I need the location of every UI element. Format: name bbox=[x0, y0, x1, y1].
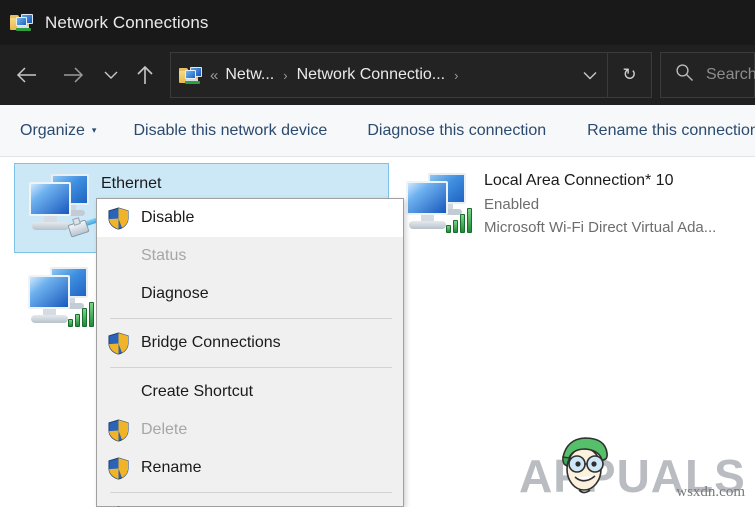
search-input[interactable]: Search Network Connections bbox=[660, 52, 755, 98]
shield-icon bbox=[108, 419, 129, 442]
refresh-icon[interactable]: ↻ bbox=[607, 53, 651, 97]
connection-name: Local Area Connection* 10 bbox=[484, 169, 716, 193]
menu-item-label: Bridge Connections bbox=[141, 334, 281, 352]
breadcrumb-segment-0[interactable]: Netw... bbox=[225, 66, 274, 84]
appuals-watermark: APPUALS wsxdn.com bbox=[519, 431, 747, 503]
menu-item-delete[interactable]: Delete bbox=[97, 411, 403, 449]
list-item-local-area-connection-10[interactable]: Local Area Connection* 10 Enabled Micros… bbox=[392, 163, 752, 255]
breadcrumb-separator-1[interactable]: › bbox=[445, 68, 467, 83]
search-placeholder: Search Network Connections bbox=[706, 66, 755, 84]
window-title: Network Connections bbox=[45, 13, 208, 33]
breadcrumb[interactable]: « Netw... › Network Connectio... › ↻ bbox=[170, 52, 652, 98]
organize-button[interactable]: Organize ▾ bbox=[20, 122, 96, 140]
menu-item-properties[interactable]: Properties bbox=[97, 498, 403, 507]
menu-item-label: Create Shortcut bbox=[141, 383, 253, 401]
context-menu: Disable Status Diagnose Bridge Connectio… bbox=[96, 198, 404, 507]
forward-arrow-icon[interactable] bbox=[54, 56, 92, 94]
ethernet-adapter-icon bbox=[23, 170, 99, 240]
menu-separator bbox=[110, 492, 392, 493]
menu-item-status[interactable]: Status bbox=[97, 237, 403, 275]
network-folder-icon bbox=[10, 10, 36, 36]
menu-item-create-shortcut[interactable]: Create Shortcut bbox=[97, 373, 403, 411]
shield-icon bbox=[108, 457, 129, 480]
menu-item-disable[interactable]: Disable bbox=[97, 199, 403, 237]
menu-item-rename[interactable]: Rename bbox=[97, 449, 403, 487]
breadcrumb-network-folder-icon bbox=[179, 64, 203, 86]
shield-icon bbox=[108, 332, 129, 355]
navigation-bar: « Netw... › Network Connectio... › ↻ Sea… bbox=[0, 45, 755, 105]
back-arrow-icon[interactable] bbox=[8, 56, 46, 94]
breadcrumb-overflow-icon[interactable]: « bbox=[203, 67, 225, 84]
menu-item-bridge-connections[interactable]: Bridge Connections bbox=[97, 324, 403, 362]
network-connections-window: Network Connections bbox=[0, 0, 755, 507]
shield-icon bbox=[108, 207, 129, 230]
recent-locations-chevron-down-icon[interactable] bbox=[98, 56, 124, 94]
menu-item-label: Diagnose bbox=[141, 285, 209, 303]
menu-item-label: Rename bbox=[141, 459, 201, 477]
menu-separator bbox=[110, 318, 392, 319]
menu-item-label: Delete bbox=[141, 421, 187, 439]
command-bar: Organize ▾ Disable this network device D… bbox=[0, 105, 755, 157]
breadcrumb-chevron-down-icon[interactable] bbox=[573, 68, 607, 83]
menu-item-diagnose[interactable]: Diagnose bbox=[97, 275, 403, 313]
chevron-down-icon: ▾ bbox=[92, 125, 97, 136]
organize-label: Organize bbox=[20, 122, 85, 140]
wireless-adapter-icon bbox=[400, 169, 476, 239]
rename-connection-button[interactable]: Rename this connection bbox=[587, 122, 755, 140]
title-bar: Network Connections bbox=[0, 0, 755, 45]
menu-item-label: Disable bbox=[141, 209, 194, 227]
search-icon bbox=[675, 63, 694, 87]
connection-name: Ethernet bbox=[101, 175, 161, 193]
breadcrumb-separator-0[interactable]: › bbox=[274, 68, 296, 83]
connection-description: Microsoft Wi-Fi Direct Virtual Ada... bbox=[484, 216, 716, 239]
up-arrow-icon[interactable] bbox=[130, 56, 160, 94]
watermark-url: wsxdn.com bbox=[676, 484, 745, 501]
mascot-face-icon bbox=[555, 433, 613, 497]
disable-network-device-button[interactable]: Disable this network device bbox=[133, 122, 327, 140]
watermark-brand: APPUALS bbox=[519, 449, 746, 503]
breadcrumb-segment-1[interactable]: Network Connectio... bbox=[297, 66, 446, 84]
connection-status: Enabled bbox=[484, 193, 716, 216]
wireless-adapter-icon bbox=[22, 263, 98, 333]
menu-item-label: Status bbox=[141, 247, 186, 265]
menu-separator bbox=[110, 367, 392, 368]
diagnose-connection-button[interactable]: Diagnose this connection bbox=[367, 122, 546, 140]
